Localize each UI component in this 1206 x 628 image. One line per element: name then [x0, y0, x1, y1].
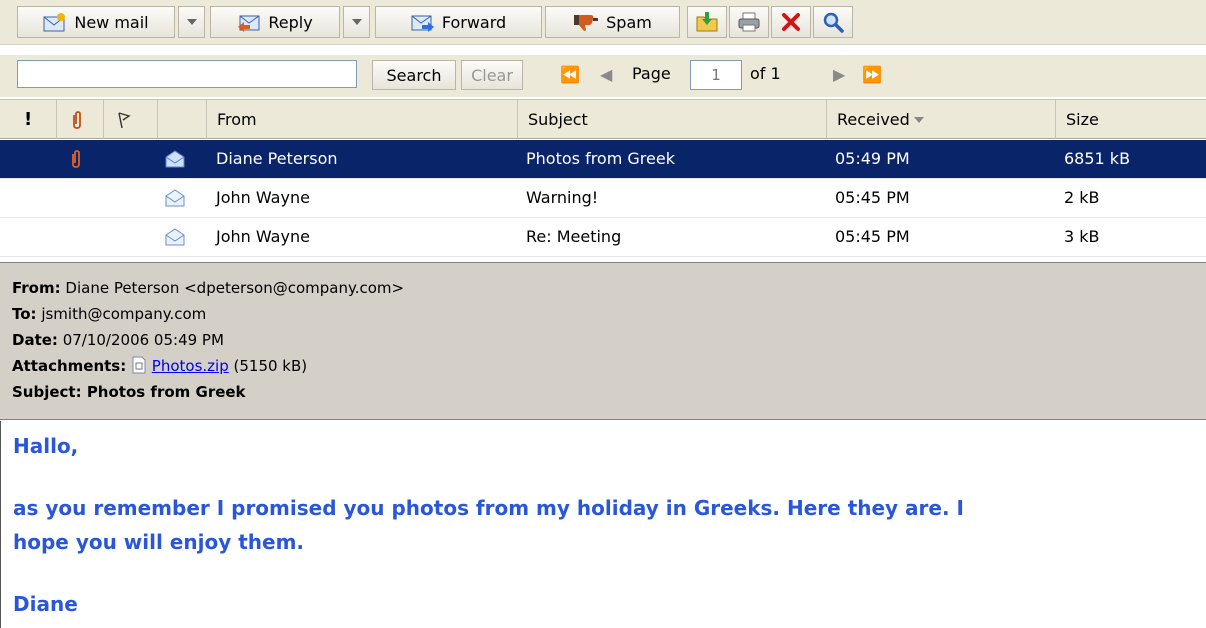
message-size: 3 kB — [1064, 227, 1100, 246]
exclamation-icon: ! — [24, 109, 33, 130]
flag-icon — [118, 111, 131, 128]
envelope-open-icon — [165, 150, 185, 168]
message-received: 05:45 PM — [835, 188, 910, 207]
main-toolbar: New mail Reply Forward Spam — [0, 0, 1206, 45]
subject-column-header[interactable]: Subject — [518, 100, 827, 139]
message-from: John Wayne — [216, 188, 310, 207]
message-from: Diane Peterson — [216, 149, 338, 168]
preview-date-line: Date: 07/10/2006 05:49 PM — [12, 327, 1206, 353]
body-signature: Diane — [13, 592, 78, 616]
from-column-header[interactable]: From — [207, 100, 518, 139]
date-label: Date: — [12, 331, 58, 349]
chevron-down-icon — [351, 19, 362, 25]
page-label: Page — [632, 64, 671, 83]
date-value: 07/10/2006 05:49 PM — [62, 331, 224, 349]
message-subject: Warning! — [526, 188, 599, 207]
message-list-header: ! From Subject Received Size — [0, 99, 1206, 139]
preview-attachments-line: Attachments: Photos.zip (5150 kB) — [12, 353, 1206, 379]
thumbs-down-icon — [574, 15, 599, 31]
chevron-down-icon — [186, 19, 197, 25]
body-paragraph: as you remember I promised you photos fr… — [13, 496, 964, 554]
paperclip-icon — [73, 110, 81, 129]
message-list: Diane Peterson Photos from Greek 05:49 P… — [0, 140, 1206, 258]
message-subject: Re: Meeting — [526, 227, 622, 246]
envelope-open-icon — [165, 189, 185, 207]
body-greeting: Hallo, — [13, 434, 79, 458]
search-bar: Search Clear ⏪ ◀ Page of 1 ▶ ⏩ — [0, 55, 1206, 97]
spam-label: Spam — [606, 12, 652, 32]
priority-column-header[interactable]: ! — [0, 100, 57, 139]
reply-icon — [238, 15, 260, 32]
message-preview-header: From: Diane Peterson <dpeterson@company.… — [0, 262, 1206, 420]
forward-icon — [411, 15, 434, 32]
message-from: John Wayne — [216, 227, 310, 246]
zip-file-icon — [132, 356, 146, 374]
reply-dropdown[interactable] — [343, 6, 370, 38]
preview-to-line: To: jsmith@company.com — [12, 301, 1206, 327]
reply-label: Reply — [268, 12, 313, 32]
received-column-header[interactable]: Received — [827, 100, 1056, 139]
spam-button[interactable]: Spam — [545, 6, 680, 38]
forward-label: Forward — [441, 12, 507, 32]
new-mail-dropdown[interactable] — [178, 6, 205, 38]
reply-button[interactable]: Reply — [210, 6, 340, 38]
to-value: jsmith@company.com — [41, 305, 207, 323]
new-mail-button[interactable]: New mail — [17, 6, 175, 38]
from-value: Diane Peterson <dpeterson@company.com> — [65, 279, 405, 297]
read-status-column-header[interactable] — [158, 100, 207, 139]
print-button[interactable] — [729, 6, 769, 38]
preview-from-line: From: Diane Peterson <dpeterson@company.… — [12, 275, 1206, 301]
delete-x-icon — [782, 13, 800, 31]
received-column-label: Received — [837, 110, 910, 129]
message-size: 6851 kB — [1064, 149, 1131, 168]
message-subject: Photos from Greek — [526, 149, 675, 168]
size-column-header[interactable]: Size — [1056, 100, 1206, 139]
paperclip-icon — [72, 150, 80, 168]
search-button[interactable]: Search — [372, 60, 456, 90]
folder-move-icon — [696, 12, 718, 32]
clear-button[interactable]: Clear — [461, 60, 523, 90]
page-number-input[interactable] — [690, 60, 742, 90]
attachment-size: (5150 kB) — [233, 357, 308, 375]
envelope-open-icon — [165, 228, 185, 246]
find-button[interactable] — [813, 6, 853, 38]
forward-button[interactable]: Forward — [375, 6, 542, 38]
search-input[interactable] — [17, 60, 357, 88]
attachments-label: Attachments: — [12, 357, 127, 375]
new-mail-label: New mail — [74, 12, 149, 32]
from-label: From: — [12, 279, 61, 297]
envelope-new-icon — [43, 13, 66, 32]
printer-icon — [738, 12, 760, 32]
message-body: Hallo, as you remember I promised you ph… — [0, 421, 1206, 628]
table-row[interactable]: John Wayne Re: Meeting 05:45 PM 3 kB — [0, 218, 1206, 257]
sort-descending-icon — [913, 116, 924, 123]
table-row[interactable]: Diane Peterson Photos from Greek 05:49 P… — [0, 140, 1206, 179]
to-label: To: — [12, 305, 37, 323]
message-received: 05:49 PM — [835, 149, 910, 168]
message-size: 2 kB — [1064, 188, 1100, 207]
table-row[interactable]: John Wayne Warning! 05:45 PM 2 kB — [0, 179, 1206, 218]
next-page-icon[interactable]: ▶ — [833, 65, 845, 84]
flag-column-header[interactable] — [104, 100, 158, 139]
preview-subject-line: Subject: Photos from Greek — [12, 379, 1206, 405]
delete-button[interactable] — [771, 6, 811, 38]
magnifier-icon — [823, 12, 844, 33]
message-received: 05:45 PM — [835, 227, 910, 246]
attachment-link[interactable]: Photos.zip — [152, 357, 229, 375]
move-to-folder-button[interactable] — [687, 6, 727, 38]
page-count: of 1 — [750, 64, 781, 83]
first-page-icon[interactable]: ⏪ — [560, 65, 580, 84]
previous-page-icon[interactable]: ◀ — [600, 65, 612, 84]
subject-line: Subject: Photos from Greek — [12, 383, 246, 401]
last-page-icon[interactable]: ⏩ — [862, 65, 882, 84]
attachment-column-header[interactable] — [57, 100, 104, 139]
